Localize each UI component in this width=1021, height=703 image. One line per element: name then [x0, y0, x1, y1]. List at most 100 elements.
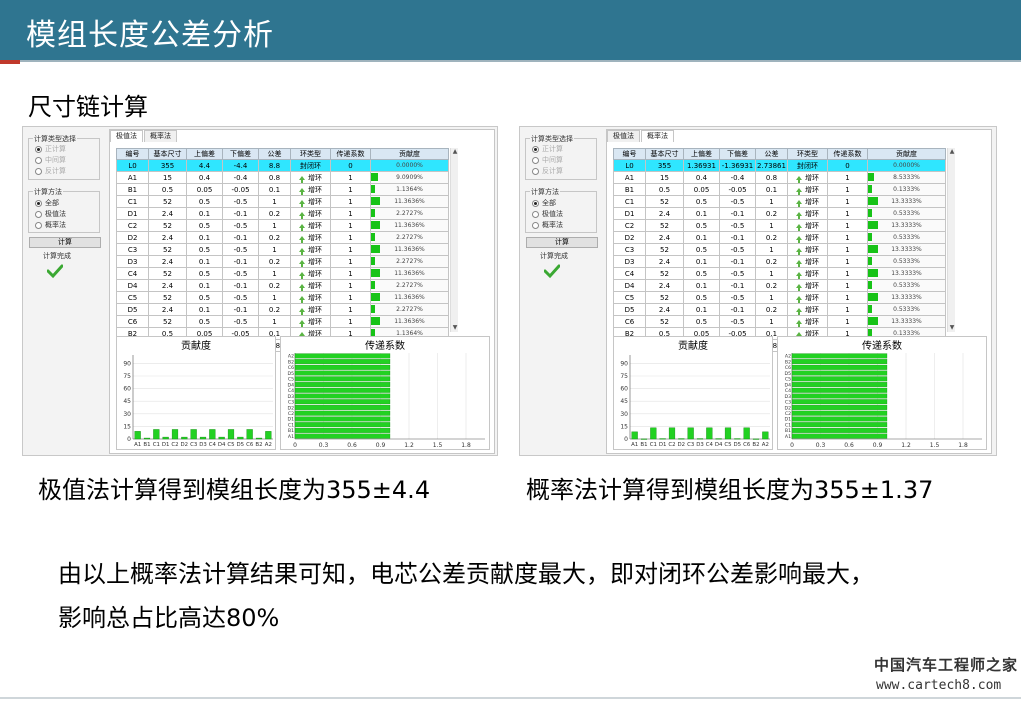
- calc-method-option[interactable]: 概率法: [532, 220, 563, 230]
- bar: [294, 393, 391, 399]
- cell-value: 1: [348, 209, 353, 218]
- table-row[interactable]: A1 15 0.4 -0.4 0.8 增环 1 9.0909%: [116, 171, 449, 184]
- table-cell: 52: [645, 195, 684, 208]
- calc-method-option[interactable]: 极值法: [35, 209, 66, 219]
- cell-value: 0.2: [268, 209, 281, 218]
- up-arrow-icon: [299, 211, 305, 219]
- table-row[interactable]: B1 0.5 0.05 -0.05 0.1 增环 1 1.1364%: [116, 183, 449, 196]
- x-tick-label: 0.9: [873, 442, 883, 449]
- calc-type-option[interactable]: 中间算: [532, 155, 563, 165]
- table-row[interactable]: C1 52 0.5 -0.5 1 增环 1 13.3333%: [613, 195, 946, 208]
- calc-method-option[interactable]: 概率法: [35, 220, 66, 230]
- conclusion-line-2: 影响总占比高达80%: [58, 604, 280, 632]
- contribution-cell: 13.3333%: [867, 291, 946, 304]
- table-row[interactable]: C5 52 0.5 -0.5 1 增环 1 13.3333%: [613, 291, 946, 304]
- table-row[interactable]: A1 15 0.4 -0.4 0.8 增环 1 8.5333%: [613, 171, 946, 184]
- cell-value: 1: [769, 269, 774, 278]
- table-row[interactable]: D2 2.4 0.1 -0.1 0.2 增环 1 2.2727%: [116, 231, 449, 244]
- cell-value: 1: [348, 245, 353, 254]
- table-row[interactable]: C6 52 0.5 -0.5 1 增环 1 11.3636%: [116, 315, 449, 328]
- header-row: 编号 基本尺寸 上偏差 下偏差 公差 环类型 传递系数 贡献度: [613, 148, 946, 160]
- calc-method-group: 计算方法 全部 极值法 概率法: [525, 187, 597, 233]
- table-cell: A1: [613, 171, 646, 184]
- tab-extreme[interactable]: 极值法: [607, 130, 640, 142]
- calc-type-option[interactable]: 中间算: [35, 155, 66, 165]
- bar: [294, 422, 391, 428]
- table-cell: 0.5: [683, 267, 720, 280]
- table-cell: 15: [645, 171, 684, 184]
- table-row[interactable]: C3 52 0.5 -0.5 1 增环 1 11.3636%: [116, 243, 449, 256]
- checkmark-path: [544, 264, 560, 279]
- cell-value: 15: [660, 173, 669, 182]
- y-tick-label: C2: [785, 411, 791, 417]
- table-scrollbar[interactable]: ▲ ▼: [450, 148, 458, 332]
- table-cell: C5: [116, 291, 149, 304]
- cell-value: 15: [163, 173, 172, 182]
- calc-type-option[interactable]: 反计算: [532, 166, 563, 176]
- table-row[interactable]: D4 2.4 0.1 -0.1 0.2 增环 1 2.2727%: [116, 279, 449, 292]
- calc-type-option[interactable]: 正计算: [35, 144, 66, 154]
- y-tick-label: C5: [785, 377, 791, 383]
- tab-probability[interactable]: 概率法: [144, 130, 177, 142]
- table-cell: 0.1: [683, 279, 720, 292]
- table-cell: D2: [116, 231, 149, 244]
- contribution-bar: [371, 221, 380, 229]
- tab-extreme[interactable]: 极值法: [110, 130, 143, 142]
- results-area: 极值法 概率法编号 基本尺寸 上偏差 下偏差 公差 环类型 传递系数 贡献度 L0 355 4.4 -4…: [109, 129, 495, 454]
- contribution-value: 13.3333%: [891, 246, 922, 253]
- table-row[interactable]: C3 52 0.5 -0.5 1 增环 1 13.3333%: [613, 243, 946, 256]
- table-cell: 封闭环: [787, 159, 828, 172]
- table-row[interactable]: C4 52 0.5 -0.5 1 增环 1 13.3333%: [613, 267, 946, 280]
- contribution-value: 2.2727%: [396, 210, 423, 217]
- radio-icon: [35, 210, 42, 218]
- table-cell: 1: [827, 255, 868, 268]
- calc-method-option[interactable]: 极值法: [532, 209, 563, 219]
- table-cell: 1: [258, 243, 291, 256]
- calc-method-option[interactable]: 全部: [532, 198, 556, 208]
- cell-value: 1: [769, 293, 774, 302]
- table-row[interactable]: D3 2.4 0.1 -0.1 0.2 增环 1 2.2727%: [116, 255, 449, 268]
- scroll-up-icon[interactable]: ▲: [948, 148, 956, 156]
- tab-probability[interactable]: 概率法: [641, 130, 674, 142]
- scroll-down-icon[interactable]: ▼: [948, 324, 956, 332]
- table-cell: 0.1: [683, 231, 720, 244]
- table-row[interactable]: D5 2.4 0.1 -0.1 0.2 增环 1 2.2727%: [116, 303, 449, 316]
- calc-type-option[interactable]: 反计算: [35, 166, 66, 176]
- scroll-down-icon[interactable]: ▼: [451, 324, 459, 332]
- y-tick-label: A1: [288, 434, 294, 440]
- table-row[interactable]: C4 52 0.5 -0.5 1 增环 1 11.3636%: [116, 267, 449, 280]
- table-row[interactable]: D5 2.4 0.1 -0.1 0.2 增环 1 0.5333%: [613, 303, 946, 316]
- table-row[interactable]: L0 355 1.36931 -1.36931 2.73861 封闭环 0 0.0000%: [613, 159, 946, 172]
- table-row[interactable]: D1 2.4 0.1 -0.1 0.2 增环 1 0.5333%: [613, 207, 946, 220]
- bar: [171, 429, 179, 440]
- table-row[interactable]: D2 2.4 0.1 -0.1 0.2 增环 1 0.5333%: [613, 231, 946, 244]
- cell-value: 52: [660, 269, 669, 278]
- y-tick-label: 45: [620, 398, 628, 405]
- calc-type-option[interactable]: 正计算: [532, 144, 563, 154]
- table-scrollbar[interactable]: ▲ ▼: [947, 148, 955, 332]
- table-row[interactable]: B1 0.5 0.05 -0.05 0.1 增环 1 0.1333%: [613, 183, 946, 196]
- table-row[interactable]: L0 355 4.4 -4.4 8.8 封闭环 0 0.0000%: [116, 159, 449, 172]
- table-cell: 0.5: [186, 219, 223, 232]
- table-cell: 增环: [787, 279, 828, 292]
- cell-value: 增环: [805, 185, 819, 194]
- calc-method-option[interactable]: 全部: [35, 198, 59, 208]
- y-tick-label: A1: [785, 434, 791, 440]
- table-row[interactable]: D1 2.4 0.1 -0.1 0.2 增环 1 2.2727%: [116, 207, 449, 220]
- table-header: 编号 基本尺寸 上偏差 下偏差 公差 环类型 传递系数 贡献度: [116, 148, 449, 160]
- calculate-button[interactable]: 计算: [526, 237, 598, 248]
- table-row[interactable]: C2 52 0.5 -0.5 1 增环 1 13.3333%: [613, 219, 946, 232]
- table-row[interactable]: D3 2.4 0.1 -0.1 0.2 增环 1 0.5333%: [613, 255, 946, 268]
- cell-value: 1: [348, 221, 353, 230]
- table-row[interactable]: C2 52 0.5 -0.5 1 增环 1 11.3636%: [116, 219, 449, 232]
- cell-value: C5: [127, 293, 138, 302]
- table-row[interactable]: C6 52 0.5 -0.5 1 增环 1 13.3333%: [613, 315, 946, 328]
- cell-value: 52: [163, 269, 172, 278]
- table-row[interactable]: C5 52 0.5 -0.5 1 增环 1 11.3636%: [116, 291, 449, 304]
- table-cell: 1: [258, 267, 291, 280]
- scroll-up-icon[interactable]: ▲: [451, 148, 459, 156]
- table-row[interactable]: C1 52 0.5 -0.5 1 增环 1 11.3636%: [116, 195, 449, 208]
- calculate-button[interactable]: 计算: [29, 237, 101, 248]
- contribution-value: 13.3333%: [891, 198, 922, 205]
- table-row[interactable]: D4 2.4 0.1 -0.1 0.2 增环 1 0.5333%: [613, 279, 946, 292]
